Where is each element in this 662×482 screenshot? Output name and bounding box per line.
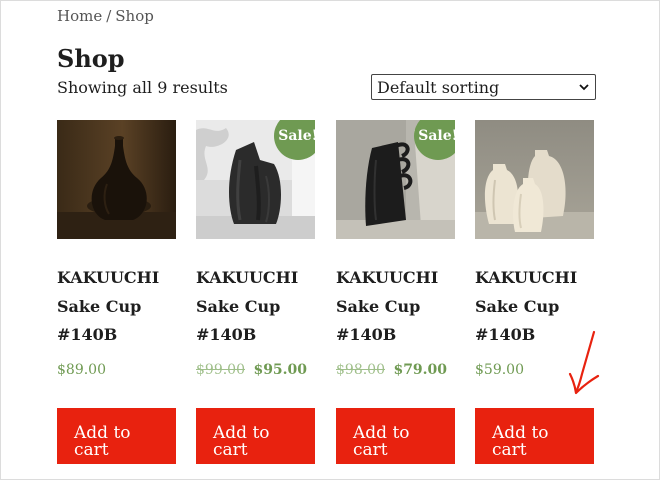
product-title-line: Sake Cup [336,296,421,316]
product-card: KAKUUCHI Sake Cup #140B $59.00 Add to ca… [475,120,594,466]
product-card: Sale! KAKUUCHI Sake Cup #140B $98.00 $79… [336,120,455,466]
product-title[interactable]: KAKUUCHI Sake Cup #140B [57,264,197,350]
sorting-selected-value: Default sorting [377,77,500,97]
cream-vases-photo [475,120,594,239]
add-to-cart-button[interactable]: Add to cart [336,408,455,464]
add-to-cart-button[interactable]: Add to cart [196,408,315,464]
product-price: $89.00 [57,362,106,378]
original-price: $98.00 [336,362,385,378]
breadcrumb: Home / Shop [57,7,154,25]
product-title[interactable]: KAKUUCHI Sake Cup #140B [196,264,336,350]
product-title-line: #140B [57,325,118,344]
product-title-line: KAKUUCHI [336,268,439,287]
product-title-line: Sake Cup [196,296,281,316]
product-image-link[interactable] [57,120,176,239]
add-to-cart-button[interactable]: Add to cart [475,408,594,464]
product-title-line: KAKUUCHI [475,268,578,287]
sorting-select[interactable]: Default sorting [371,74,596,100]
product-image-link[interactable]: Sale! [196,120,315,239]
product-title[interactable]: KAKUUCHI Sake Cup #140B [336,264,476,350]
product-price: $98.00 $79.00 [336,362,447,378]
red-arrow-icon [568,330,600,395]
breadcrumb-home-link[interactable]: Home [57,7,102,25]
add-to-cart-button[interactable]: Add to cart [57,408,176,464]
product-title-line: KAKUUCHI [57,268,160,287]
result-count: Showing all 9 results [57,78,228,97]
original-price: $99.00 [196,362,245,378]
product-card: Sale! KAKUUCHI Sake Cup #140B $99.00 $95… [196,120,315,466]
product-title-line: #140B [336,325,397,344]
product-price: $99.00 $95.00 [196,362,307,378]
product-price: $59.00 [475,362,524,378]
current-price: $59.00 [475,362,524,378]
dark-round-vase-photo [57,120,176,239]
chevron-down-icon [579,84,589,91]
current-price: $89.00 [57,362,106,378]
product-image-link[interactable] [475,120,594,239]
product-title-line: KAKUUCHI [196,268,299,287]
product-title-line: #140B [196,325,257,344]
sale-price: $95.00 [253,362,308,378]
breadcrumb-separator: / [106,7,112,25]
product-card: KAKUUCHI Sake Cup #140B $89.00 Add to ca… [57,120,176,466]
product-image-link[interactable]: Sale! [336,120,455,239]
page-title: Shop [57,44,125,73]
product-title-line: #140B [475,325,536,344]
product-title-line: Sake Cup [475,296,560,316]
sale-price: $79.00 [393,362,448,378]
breadcrumb-current: Shop [115,7,154,25]
product-title-line: Sake Cup [57,296,142,316]
